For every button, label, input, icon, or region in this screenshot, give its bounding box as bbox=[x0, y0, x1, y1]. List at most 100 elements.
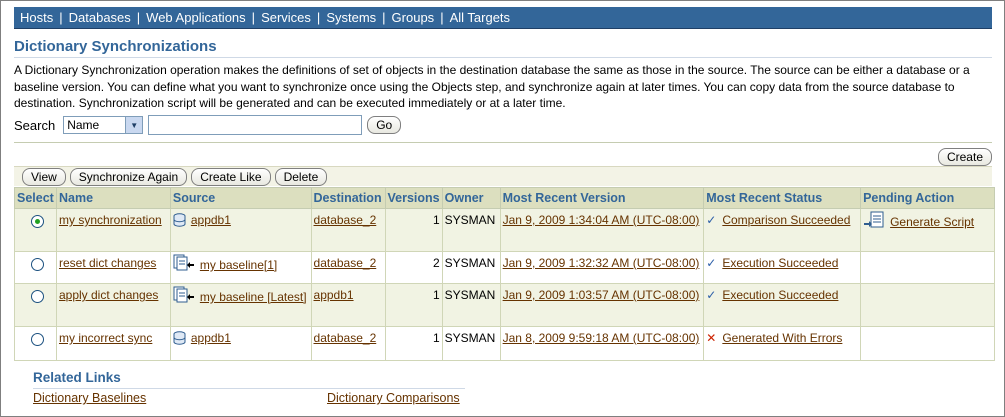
table-header-row: Select Name Source Destination Versions … bbox=[14, 187, 995, 209]
pending-action-cell: Generate Script bbox=[860, 208, 995, 252]
select-cell bbox=[14, 326, 57, 361]
sync-name-link[interactable]: reset dict changes bbox=[59, 256, 156, 270]
nav-separator: | bbox=[382, 10, 386, 25]
recent-version-link[interactable]: Jan 9, 2009 1:03:57 AM (UTC-08:00) bbox=[503, 288, 700, 302]
owner-cell: SYSMAN bbox=[441, 251, 501, 284]
synchronize-again-button[interactable]: Synchronize Again bbox=[69, 167, 188, 186]
recent-status-cell: ✓ Execution Succeeded bbox=[703, 283, 862, 327]
status-link[interactable]: Execution Succeeded bbox=[722, 256, 838, 270]
recent-version-link[interactable]: Jan 8, 2009 9:59:18 AM (UTC-08:00) bbox=[503, 331, 700, 345]
versions-cell: 1 bbox=[384, 208, 443, 252]
database-icon bbox=[173, 331, 186, 350]
owner-cell: SYSMAN bbox=[441, 208, 501, 252]
top-nav-bar: Hosts | Databases | Web Applications | S… bbox=[14, 7, 992, 29]
page-description: A Dictionary Synchronization operation m… bbox=[14, 63, 970, 110]
sync-name-link[interactable]: apply dict changes bbox=[59, 288, 158, 302]
sync-name-link[interactable]: my incorrect sync bbox=[59, 331, 152, 345]
source-link[interactable]: appdb1 bbox=[191, 331, 231, 345]
recent-version-cell: Jan 9, 2009 1:32:32 AM (UTC-08:00) bbox=[499, 251, 705, 284]
create-like-button[interactable]: Create Like bbox=[191, 167, 271, 186]
delete-button[interactable]: Delete bbox=[274, 167, 328, 186]
row-select-radio[interactable] bbox=[31, 333, 44, 346]
nav-systems[interactable]: Systems bbox=[326, 10, 376, 25]
owner-cell: SYSMAN bbox=[441, 326, 501, 361]
recent-status-cell: ✓ Execution Succeeded bbox=[703, 251, 862, 284]
create-button[interactable]: Create bbox=[937, 148, 992, 166]
select-cell bbox=[14, 208, 57, 252]
sync-name-link[interactable]: my synchronization bbox=[59, 213, 162, 227]
nav-databases[interactable]: Databases bbox=[69, 10, 131, 25]
baseline-icon bbox=[173, 286, 195, 309]
destination-link[interactable]: database_2 bbox=[314, 256, 377, 270]
status-link[interactable]: Generated With Errors bbox=[722, 331, 842, 345]
synchronizations-table: Select Name Source Destination Versions … bbox=[14, 187, 995, 361]
destination-cell: appdb1 bbox=[310, 283, 386, 327]
nav-separator: | bbox=[136, 10, 141, 25]
check-icon: ✓ bbox=[706, 288, 717, 302]
pending-action-cell bbox=[860, 251, 995, 284]
source-link[interactable]: appdb1 bbox=[191, 213, 231, 227]
col-header-owner[interactable]: Owner bbox=[441, 187, 501, 209]
table-row: apply dict changes my baseline [Latest] … bbox=[14, 283, 995, 327]
search-input[interactable] bbox=[148, 115, 363, 135]
destination-cell: database_2 bbox=[310, 326, 386, 361]
name-cell: reset dict changes bbox=[55, 251, 171, 284]
error-x-icon: ✕ bbox=[706, 331, 717, 345]
dictionary-comparisons-link[interactable]: Dictionary Comparisons bbox=[327, 391, 460, 405]
table-row: reset dict changes my baseline[1] databa… bbox=[14, 251, 995, 284]
source-cell: my baseline [Latest] bbox=[169, 283, 312, 327]
name-cell: my synchronization bbox=[55, 208, 171, 252]
source-cell: my baseline[1] bbox=[169, 251, 312, 284]
col-header-recent-status[interactable]: Most Recent Status bbox=[703, 187, 862, 209]
view-button[interactable]: View bbox=[22, 167, 66, 186]
pending-action-cell bbox=[860, 283, 995, 327]
recent-status-cell: ✓ Comparison Succeeded bbox=[703, 208, 862, 252]
destination-link[interactable]: appdb1 bbox=[314, 288, 354, 302]
nav-separator: | bbox=[440, 10, 444, 25]
dictionary-baselines-link[interactable]: Dictionary Baselines bbox=[33, 391, 146, 405]
col-header-name[interactable]: Name bbox=[55, 187, 171, 209]
nav-separator: | bbox=[316, 10, 321, 25]
check-icon: ✓ bbox=[706, 213, 717, 227]
results-region: Create View Synchronize Again Create Lik… bbox=[14, 142, 995, 369]
owner-cell: SYSMAN bbox=[441, 283, 501, 327]
recent-version-link[interactable]: Jan 9, 2009 1:32:32 AM (UTC-08:00) bbox=[503, 256, 700, 270]
status-link[interactable]: Comparison Succeeded bbox=[722, 213, 850, 227]
check-icon: ✓ bbox=[706, 256, 717, 270]
source-link[interactable]: my baseline [Latest] bbox=[200, 290, 307, 304]
row-select-radio[interactable] bbox=[31, 215, 44, 228]
related-links-title: Related Links bbox=[33, 370, 121, 385]
row-select-radio[interactable] bbox=[31, 258, 44, 271]
table-row: my incorrect sync appdb1 database_2 1 SY… bbox=[14, 326, 995, 361]
col-header-source[interactable]: Source bbox=[169, 187, 312, 209]
col-header-recent-version[interactable]: Most Recent Version bbox=[499, 187, 705, 209]
recent-version-link[interactable]: Jan 9, 2009 1:34:04 AM (UTC-08:00) bbox=[503, 213, 700, 227]
chevron-down-icon: ▼ bbox=[125, 117, 143, 133]
versions-cell: 1 bbox=[384, 326, 443, 361]
recent-version-cell: Jan 8, 2009 9:59:18 AM (UTC-08:00) bbox=[499, 326, 705, 361]
destination-link[interactable]: database_2 bbox=[314, 331, 377, 345]
go-button[interactable]: Go bbox=[367, 116, 402, 134]
name-cell: my incorrect sync bbox=[55, 326, 171, 361]
nav-all-targets[interactable]: All Targets bbox=[450, 10, 510, 25]
nav-separator: | bbox=[59, 10, 63, 25]
recent-version-cell: Jan 9, 2009 1:34:04 AM (UTC-08:00) bbox=[499, 208, 705, 252]
source-cell: appdb1 bbox=[169, 326, 312, 361]
nav-groups[interactable]: Groups bbox=[392, 10, 435, 25]
col-header-pending-action: Pending Action bbox=[860, 187, 995, 209]
search-field-select[interactable]: Name ▼ bbox=[63, 116, 144, 134]
destination-link[interactable]: database_2 bbox=[314, 213, 377, 227]
status-link[interactable]: Execution Succeeded bbox=[722, 288, 838, 302]
nav-web-applications[interactable]: Web Applications bbox=[146, 10, 246, 25]
generate-script-link[interactable]: Generate Script bbox=[890, 215, 974, 229]
col-header-destination[interactable]: Destination bbox=[310, 187, 386, 209]
source-link[interactable]: my baseline[1] bbox=[200, 258, 277, 272]
nav-hosts[interactable]: Hosts bbox=[20, 10, 53, 25]
nav-separator: | bbox=[251, 10, 256, 25]
recent-status-cell: ✕ Generated With Errors bbox=[703, 326, 862, 361]
row-select-radio[interactable] bbox=[31, 290, 44, 303]
col-header-versions[interactable]: Versions bbox=[384, 187, 443, 209]
nav-services[interactable]: Services bbox=[261, 10, 311, 25]
destination-cell: database_2 bbox=[310, 208, 386, 252]
name-cell: apply dict changes bbox=[55, 283, 171, 327]
